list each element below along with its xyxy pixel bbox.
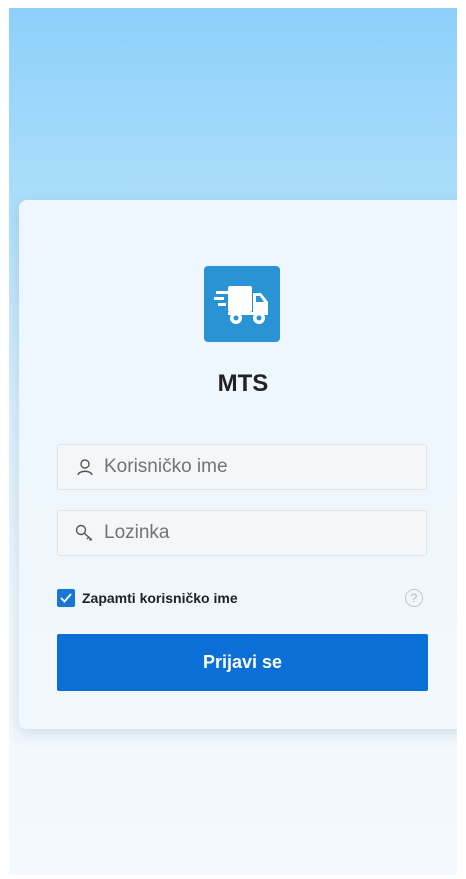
remember-checkbox[interactable] <box>57 589 75 607</box>
login-button[interactable]: Prijavi se <box>57 634 428 691</box>
password-field[interactable] <box>57 510 427 556</box>
login-card: MTS Korisničko ime Zapamti korisničko im… <box>19 200 457 729</box>
app-title: MTS <box>217 370 269 397</box>
remember-username[interactable]: Zapamti korisničko ime <box>57 589 238 607</box>
app-screen: MTS Korisničko ime Zapamti korisničko im… <box>9 8 457 875</box>
delivery-truck-icon <box>204 266 280 342</box>
key-icon <box>74 522 96 544</box>
remember-label: Zapamti korisničko ime <box>82 590 238 606</box>
username-input[interactable] <box>102 455 406 479</box>
username-field[interactable] <box>57 444 427 490</box>
password-input[interactable] <box>102 521 406 545</box>
question-circle-icon[interactable]: ? <box>405 589 423 607</box>
user-icon <box>74 456 96 478</box>
